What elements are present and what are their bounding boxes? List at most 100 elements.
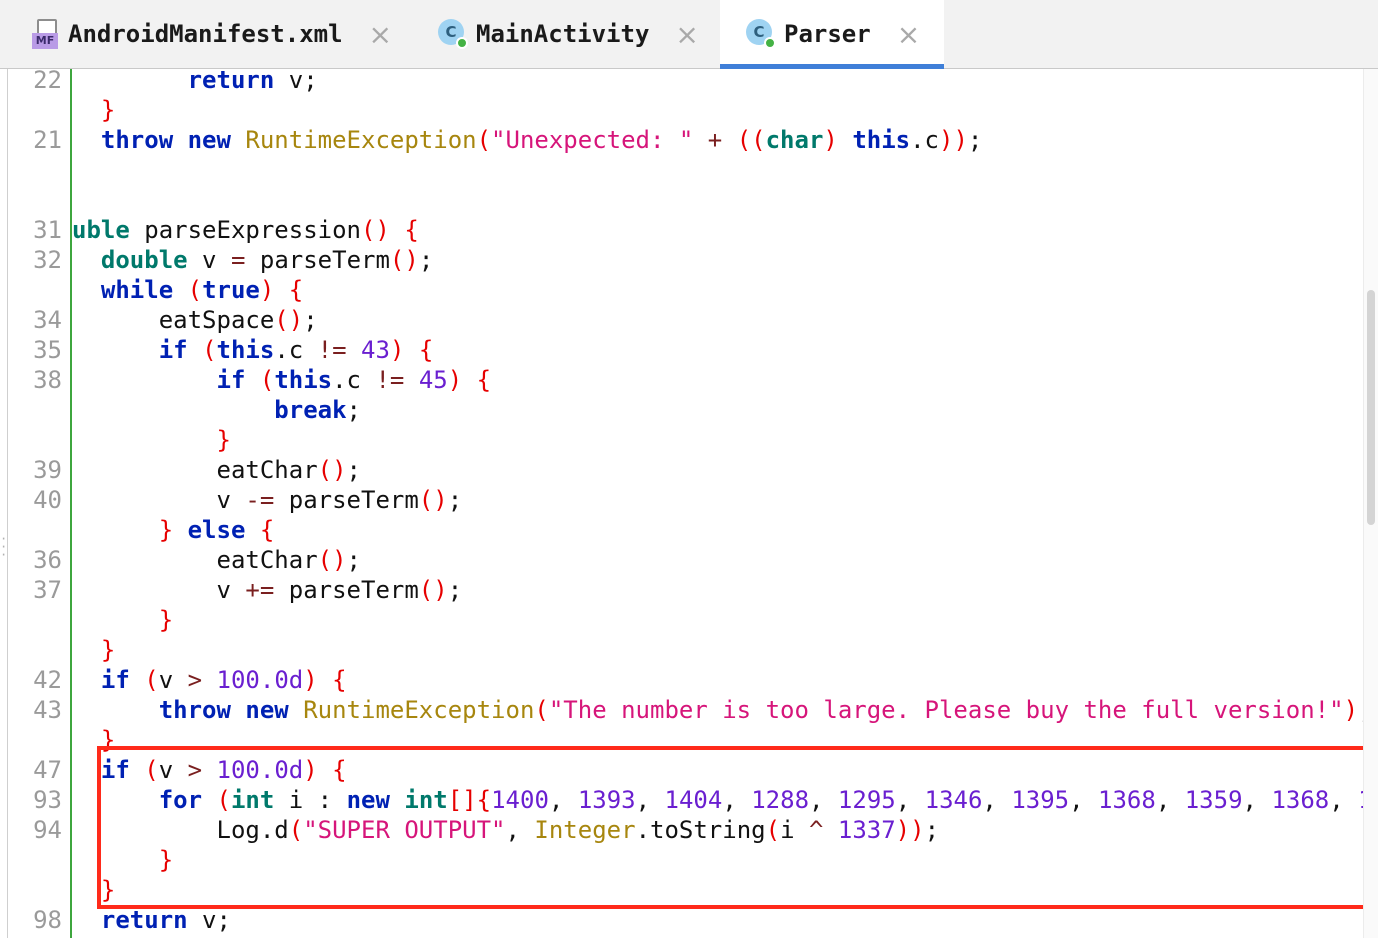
code-text: } <box>72 605 173 635</box>
code-token: ) <box>259 276 275 304</box>
code-token: if <box>100 756 130 784</box>
code-token: != <box>375 366 405 394</box>
code-token: v <box>72 486 246 514</box>
code-token: ( <box>202 336 217 364</box>
code-token: ( <box>534 696 549 724</box>
code-token: throw new <box>100 126 231 154</box>
code-token: .toString <box>635 816 766 844</box>
code-token: ) <box>389 336 405 364</box>
line-number: 32 <box>33 246 62 274</box>
code-token: ; <box>447 486 463 514</box>
code-token: Log.d <box>72 816 289 844</box>
code-token: ( <box>187 276 203 304</box>
code-token: .c <box>332 366 376 394</box>
code-token: } <box>216 426 231 454</box>
code-token: () <box>317 546 347 574</box>
code-token: ( <box>216 786 231 814</box>
code-token: () <box>418 576 448 604</box>
code-token: v; <box>187 906 231 934</box>
code-token: parseTerm <box>274 486 419 514</box>
code-token: > <box>187 756 203 784</box>
tab-parser[interactable]: C Parser × <box>720 0 944 69</box>
code-token: , <box>809 786 838 814</box>
code-token: "SUPER OUTPUT" <box>303 816 506 844</box>
code-token: } <box>158 606 174 634</box>
code-token: 1368 <box>1271 786 1330 814</box>
tab-label: AndroidManifest.xml <box>68 20 343 48</box>
code-token: = <box>230 246 246 274</box>
code-token: char <box>765 126 824 154</box>
code-token: } <box>100 726 116 754</box>
code-token: double <box>100 246 188 274</box>
code-token: ) <box>303 666 318 694</box>
code-text: } <box>72 95 115 125</box>
code-token: eatChar <box>72 546 318 574</box>
tab-main-activity[interactable]: C MainActivity × <box>438 0 708 68</box>
vertical-scrollbar[interactable] <box>1363 69 1378 938</box>
code-token: this <box>216 336 275 364</box>
code-token: v <box>72 576 246 604</box>
code-token: )) <box>939 126 968 154</box>
code-token: this <box>852 126 911 154</box>
line-number: 42 <box>33 666 62 694</box>
code-token: ) <box>1343 696 1359 724</box>
code-token: for <box>158 786 203 814</box>
code-token: new <box>346 786 390 814</box>
code-token: () <box>389 246 419 274</box>
code-token: Integer <box>534 816 636 844</box>
tab-android-manifest[interactable]: MF AndroidManifest.xml × <box>32 0 402 68</box>
line-number: 21 <box>33 126 62 154</box>
close-icon[interactable]: × <box>897 18 920 51</box>
code-token: { <box>332 756 347 784</box>
close-icon[interactable]: × <box>675 18 698 51</box>
code-token: 1359 <box>1184 786 1243 814</box>
close-icon[interactable]: × <box>369 18 392 51</box>
line-number: 43 <box>33 696 62 724</box>
line-number: 37 <box>33 576 62 604</box>
code-token: ^ <box>808 816 824 844</box>
line-number: 93 <box>33 786 62 814</box>
code-token: () <box>317 456 347 484</box>
code-token: () <box>418 486 448 514</box>
code-text: while (true) { <box>72 275 303 305</box>
code-token: parseExpression <box>129 216 361 244</box>
code-token: .c <box>274 336 318 364</box>
scrollbar-thumb[interactable] <box>1367 290 1375 525</box>
code-token: RuntimeException <box>303 696 535 724</box>
code-text: } <box>72 845 173 875</box>
code-token: ( <box>259 366 275 394</box>
code-text: if (this.c != 45) { <box>72 365 492 395</box>
code-text: v -= parseTerm(); <box>72 485 462 515</box>
code-token: } <box>100 636 116 664</box>
code-token: "The number is too large. Please buy the… <box>548 696 1344 724</box>
code-token: if <box>100 666 130 694</box>
code-token: v <box>158 666 188 694</box>
code-text: break; <box>72 395 361 425</box>
code-token: v; <box>274 66 318 94</box>
code-token: () <box>360 216 390 244</box>
code-editor[interactable]: · · · 22 return v; } 21 throw new RuntimeEx… <box>0 66 1378 938</box>
code-token: , <box>1069 786 1099 814</box>
code-token: , <box>1329 786 1359 814</box>
line-number: 47 <box>33 756 62 784</box>
code-token: () <box>274 306 304 334</box>
tab-label: Parser <box>784 20 871 48</box>
